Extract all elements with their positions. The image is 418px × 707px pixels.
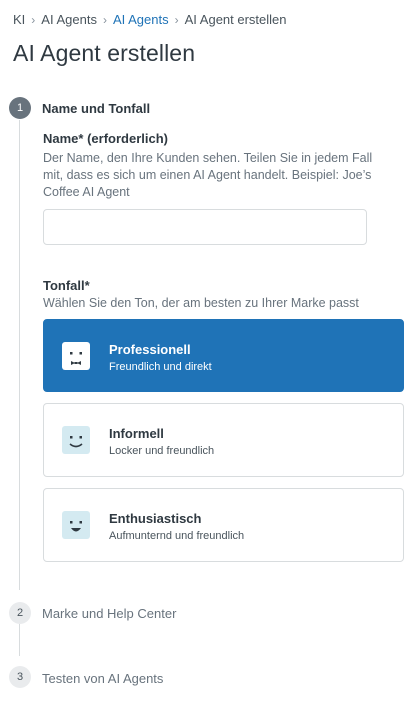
page-title: AI Agent erstellen [13,40,196,66]
tone-option-professionell[interactable]: Professionell Freundlich und direkt [43,319,404,392]
tone-option-informell[interactable]: Informell Locker und freundlich [43,403,404,477]
step-2-badge: 2 [9,602,31,624]
professional-face-icon [62,342,90,370]
step-2-title[interactable]: Marke und Help Center [42,606,176,621]
breadcrumb-item-ki[interactable]: KI [13,12,25,27]
tone-option-subtitle: Freundlich und direkt [109,361,212,373]
stepper-line [19,120,20,590]
stepper-line [19,624,20,656]
step-3-badge: 3 [9,666,31,688]
step-3-title[interactable]: Testen von AI Agents [42,671,163,686]
smiling-face-icon [62,426,90,454]
chevron-right-icon: › [31,12,36,27]
tone-field-label: Tonfall* [43,278,90,293]
breadcrumb-item-ai-agents[interactable]: AI Agents [41,12,97,27]
tone-option-subtitle: Locker und freundlich [109,445,215,457]
breadcrumb-item-current: AI Agent erstellen [184,12,287,27]
tone-option-subtitle: Aufmunternd und freundlich [109,530,245,542]
agent-name-input[interactable] [43,209,367,245]
chevron-right-icon: › [102,12,107,27]
tone-option-title: Enthusiastisch [109,511,202,526]
breadcrumb: KI › AI Agents › AI Agents › AI Agent er… [13,12,287,27]
name-field-label: Name* (erforderlich) [43,131,168,146]
tone-field-help: Wählen Sie den Ton, der am besten zu Ihr… [43,296,359,310]
step-1-badge: 1 [9,97,31,119]
tone-option-title: Professionell [109,342,191,357]
grinning-face-icon [62,511,90,539]
tone-option-title: Informell [109,426,164,441]
chevron-right-icon: › [174,12,179,27]
step-1-title: Name und Tonfall [42,101,151,116]
name-field-help: Der Name, den Ihre Kunden sehen. Teilen … [43,151,373,199]
tone-option-enthusiastisch[interactable]: Enthusiastisch Aufmunternd und freundlic… [43,488,404,562]
breadcrumb-item-ai-agents-link[interactable]: AI Agents [113,12,169,27]
